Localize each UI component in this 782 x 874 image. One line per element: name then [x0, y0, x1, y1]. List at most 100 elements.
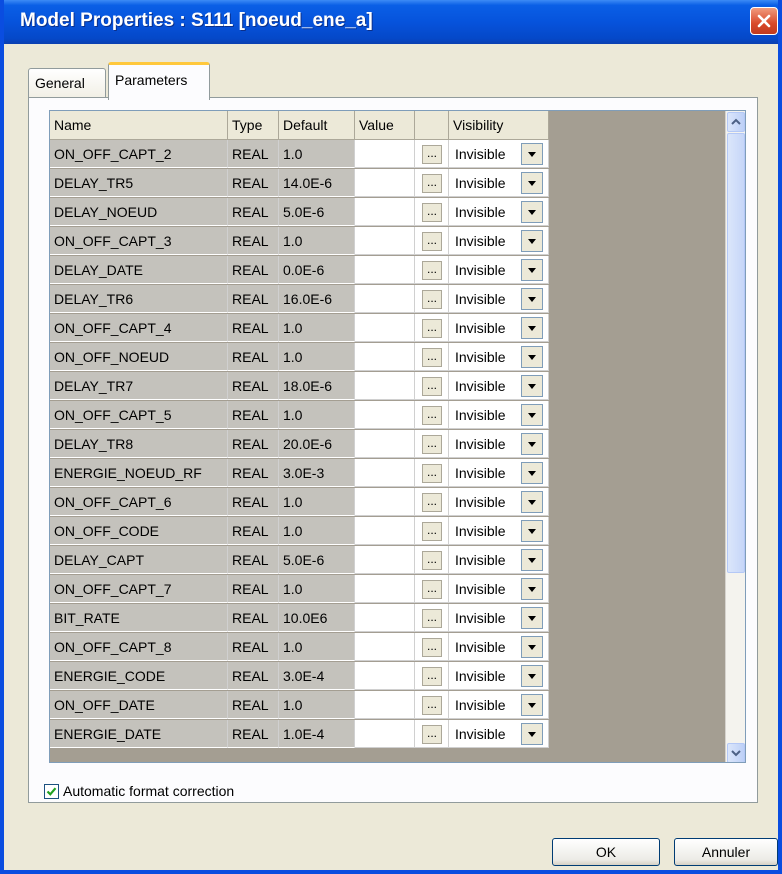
param-value-input[interactable] [355, 517, 415, 545]
visibility-dropdown-button[interactable] [521, 346, 543, 368]
visibility-select[interactable]: Invisible [449, 169, 549, 197]
param-value-input[interactable] [355, 691, 415, 719]
param-value-input[interactable] [355, 546, 415, 574]
param-value-input[interactable] [355, 401, 415, 429]
param-value-input[interactable] [355, 459, 415, 487]
visibility-select[interactable]: Invisible [449, 546, 549, 574]
param-value-input[interactable] [355, 488, 415, 516]
visibility-dropdown-button[interactable] [521, 665, 543, 687]
edit-value-button[interactable]: ... [422, 435, 442, 454]
vertical-scrollbar[interactable] [725, 111, 745, 762]
visibility-dropdown-button[interactable] [521, 288, 543, 310]
visibility-dropdown-button[interactable] [521, 549, 543, 571]
visibility-dropdown-button[interactable] [521, 694, 543, 716]
param-value-input[interactable] [355, 633, 415, 661]
edit-value-button[interactable]: ... [422, 290, 442, 309]
edit-value-button[interactable]: ... [422, 609, 442, 628]
visibility-select[interactable]: Invisible [449, 459, 549, 487]
param-value-input[interactable] [355, 256, 415, 284]
param-value-input[interactable] [355, 343, 415, 371]
visibility-select[interactable]: Invisible [449, 372, 549, 400]
cancel-button[interactable]: Annuler [674, 838, 778, 866]
param-value-input[interactable] [355, 169, 415, 197]
edit-value-button[interactable]: ... [422, 522, 442, 541]
visibility-select[interactable]: Invisible [449, 575, 549, 603]
visibility-dropdown-button[interactable] [521, 375, 543, 397]
edit-value-button[interactable]: ... [422, 348, 442, 367]
visibility-dropdown-button[interactable] [521, 578, 543, 600]
column-header-type[interactable]: Type [228, 111, 279, 140]
column-header-visibility[interactable]: Visibility [449, 111, 549, 140]
visibility-dropdown-button[interactable] [521, 201, 543, 223]
tab-general[interactable]: General [28, 68, 106, 98]
edit-value-button[interactable]: ... [422, 580, 442, 599]
edit-value-button[interactable]: ... [422, 551, 442, 570]
visibility-dropdown-button[interactable] [521, 172, 543, 194]
visibility-select[interactable]: Invisible [449, 285, 549, 313]
column-header-value[interactable]: Value [355, 111, 415, 140]
title-bar[interactable]: Model Properties : S111 [noeud_ene_a] [4, 0, 778, 44]
visibility-select[interactable]: Invisible [449, 198, 549, 226]
visibility-select[interactable]: Invisible [449, 343, 549, 371]
visibility-select[interactable]: Invisible [449, 314, 549, 342]
ok-button[interactable]: OK [552, 838, 660, 866]
edit-value-button[interactable]: ... [422, 232, 442, 251]
param-value-input[interactable] [355, 720, 415, 748]
edit-value-button[interactable]: ... [422, 377, 442, 396]
edit-value-button[interactable]: ... [422, 145, 442, 164]
visibility-select[interactable]: Invisible [449, 633, 549, 661]
param-value-input[interactable] [355, 575, 415, 603]
edit-value-button[interactable]: ... [422, 319, 442, 338]
close-button[interactable] [750, 7, 778, 35]
edit-value-button[interactable]: ... [422, 696, 442, 715]
visibility-dropdown-button[interactable] [521, 404, 543, 426]
visibility-dropdown-button[interactable] [521, 607, 543, 629]
param-value-input[interactable] [355, 198, 415, 226]
visibility-select[interactable]: Invisible [449, 691, 549, 719]
param-value-input[interactable] [355, 372, 415, 400]
visibility-dropdown-button[interactable] [521, 520, 543, 542]
visibility-select[interactable]: Invisible [449, 140, 549, 168]
param-value-input[interactable] [355, 227, 415, 255]
edit-value-button[interactable]: ... [422, 203, 442, 222]
scroll-down-button[interactable] [727, 743, 745, 762]
visibility-dropdown-button[interactable] [521, 723, 543, 745]
param-value-input[interactable] [355, 314, 415, 342]
param-value-input[interactable] [355, 430, 415, 458]
visibility-dropdown-button[interactable] [521, 636, 543, 658]
auto-format-option[interactable]: Automatic format correction [44, 783, 234, 799]
param-value-input[interactable] [355, 140, 415, 168]
edit-value-button[interactable]: ... [422, 493, 442, 512]
param-value-input[interactable] [355, 604, 415, 632]
visibility-select[interactable]: Invisible [449, 256, 549, 284]
column-header-name[interactable]: Name [50, 111, 228, 140]
edit-value-button[interactable]: ... [422, 638, 442, 657]
edit-value-button[interactable]: ... [422, 464, 442, 483]
visibility-select[interactable]: Invisible [449, 662, 549, 690]
visibility-select[interactable]: Invisible [449, 720, 549, 748]
visibility-select[interactable]: Invisible [449, 604, 549, 632]
visibility-dropdown-button[interactable] [521, 143, 543, 165]
param-value-input[interactable] [355, 285, 415, 313]
visibility-select[interactable]: Invisible [449, 488, 549, 516]
tab-parameters[interactable]: Parameters [108, 62, 210, 100]
column-header-default[interactable]: Default [279, 111, 355, 140]
visibility-dropdown-button[interactable] [521, 259, 543, 281]
visibility-dropdown-button[interactable] [521, 230, 543, 252]
param-value-input[interactable] [355, 662, 415, 690]
visibility-select[interactable]: Invisible [449, 227, 549, 255]
visibility-select[interactable]: Invisible [449, 401, 549, 429]
visibility-dropdown-button[interactable] [521, 491, 543, 513]
visibility-dropdown-button[interactable] [521, 462, 543, 484]
visibility-select[interactable]: Invisible [449, 430, 549, 458]
auto-format-checkbox[interactable] [44, 783, 59, 799]
scroll-thumb[interactable] [727, 133, 745, 573]
edit-value-button[interactable]: ... [422, 406, 442, 425]
visibility-dropdown-button[interactable] [521, 317, 543, 339]
edit-value-button[interactable]: ... [422, 725, 442, 744]
visibility-select[interactable]: Invisible [449, 517, 549, 545]
scroll-up-button[interactable] [727, 112, 745, 132]
visibility-dropdown-button[interactable] [521, 433, 543, 455]
edit-value-button[interactable]: ... [422, 261, 442, 280]
edit-value-button[interactable]: ... [422, 667, 442, 686]
